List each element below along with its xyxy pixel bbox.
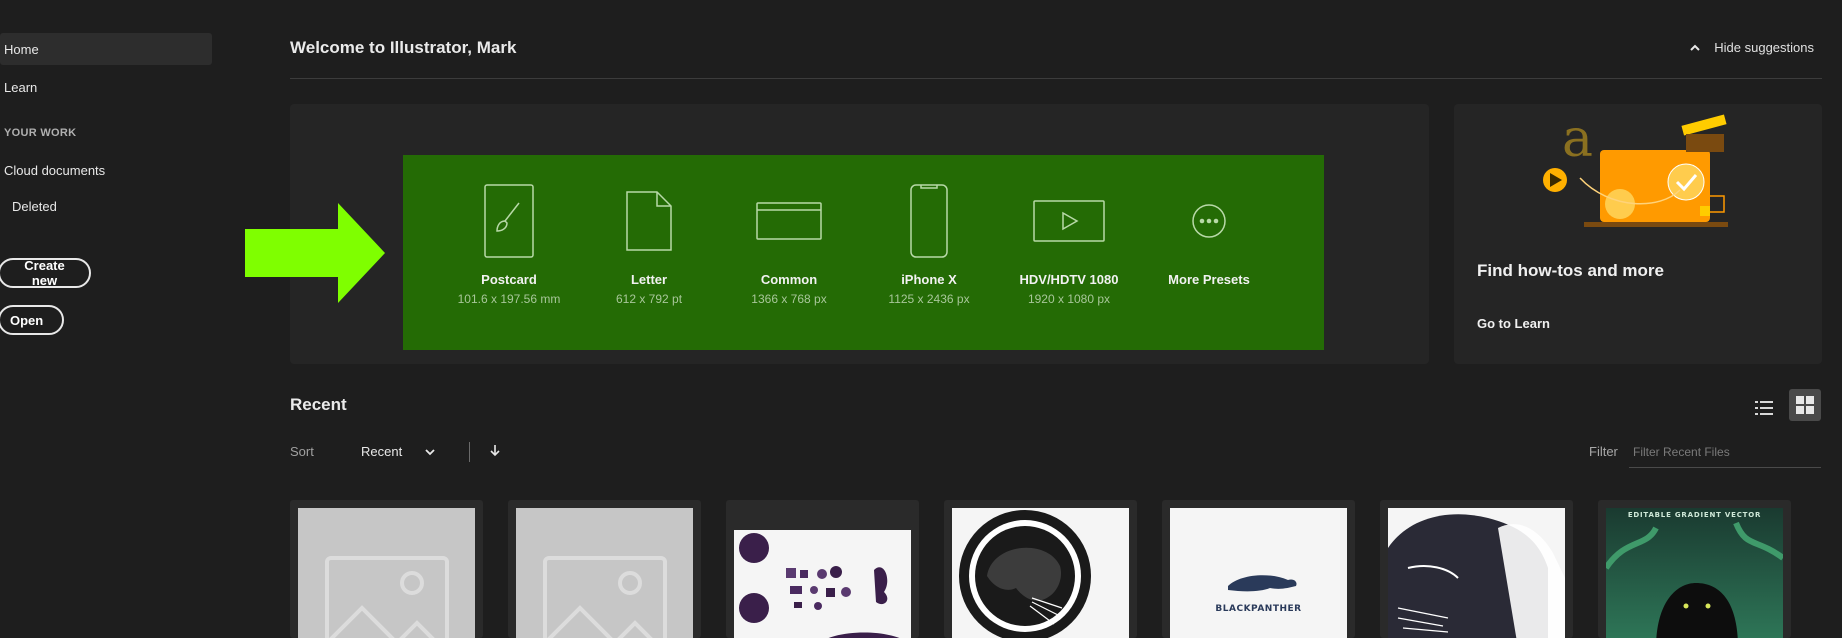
more-icon: [1192, 204, 1226, 238]
postcard-icon: [484, 184, 534, 258]
learn-illustration-icon: a: [1543, 110, 1728, 227]
sidebar-item-label: Learn: [4, 79, 38, 95]
hide-suggestions-label: Hide suggestions: [1714, 40, 1814, 55]
recent-file-tile[interactable]: [1380, 500, 1573, 638]
header-divider: [290, 78, 1822, 79]
open-button[interactable]: Open: [0, 305, 64, 335]
sort-divider: [469, 442, 470, 462]
letter-icon: [626, 191, 672, 251]
blackpanther-logo-icon: [1228, 575, 1297, 592]
preset-size: 1920 x 1080 px: [1027, 292, 1111, 306]
filter-label: Filter: [1589, 444, 1618, 459]
recent-file-tile[interactable]: EDITABLE GRADIENT VECTOR: [1598, 500, 1791, 638]
sidebar-item-home[interactable]: Home: [0, 33, 212, 65]
file-thumbnail: [298, 508, 475, 638]
page-title: Welcome to Illustrator, Mark: [290, 38, 517, 57]
preset-name: iPhone X: [901, 272, 957, 287]
svg-text:a: a: [1562, 110, 1593, 169]
preset-size: 1366 x 768 px: [751, 292, 827, 306]
preset-name: HDV/HDTV 1080: [1019, 272, 1119, 287]
grid-view-button[interactable]: [1789, 389, 1821, 421]
phone-icon: [910, 184, 948, 258]
logo-text: BLACKPANTHER: [1215, 604, 1302, 614]
go-to-learn-link[interactable]: Go to Learn: [1477, 316, 1550, 331]
video-icon: [1033, 200, 1105, 242]
preset-size: 101.6 x 197.56 mm: [457, 292, 561, 306]
preset-iphone-x[interactable]: iPhone X 1125 x 2436 px: [859, 180, 999, 306]
sidebar-item-label: Home: [4, 41, 39, 57]
banner-text: EDITABLE GRADIENT VECTOR: [1627, 511, 1762, 519]
preset-letter[interactable]: Letter 612 x 792 pt: [579, 180, 719, 306]
learn-card-title: Find how-tos and more: [1477, 261, 1664, 280]
preset-name: Common: [760, 272, 818, 287]
sidebar-item-label: Deleted: [12, 198, 57, 214]
common-icon: [756, 202, 822, 240]
preset-size: 1125 x 2436 px: [888, 292, 970, 306]
sort-value: Recent: [361, 444, 403, 459]
sort-dropdown[interactable]: Recent: [361, 444, 436, 459]
file-thumbnail: [952, 508, 1129, 638]
recent-file-tile[interactable]: [944, 500, 1137, 638]
preset-name: More Presets: [1168, 272, 1250, 287]
preset-name: Letter: [630, 272, 668, 287]
file-thumbnail: EDITABLE GRADIENT VECTOR: [1603, 508, 1785, 638]
arrow-right-icon: [245, 203, 385, 303]
sidebar: Home Learn YOUR WORK Cloud documents Del…: [0, 0, 220, 638]
chevron-up-icon: [1690, 44, 1700, 51]
preset-name: Postcard: [481, 272, 537, 287]
recent-file-tile[interactable]: [290, 500, 483, 638]
panther-face-icon: [1388, 514, 1565, 638]
file-thumbnail: [1388, 508, 1565, 638]
preset-size: 612 x 792 pt: [615, 292, 683, 306]
recent-file-tile[interactable]: [726, 500, 919, 638]
panther-circle-logo-icon: [959, 510, 1091, 638]
grid-view-icon: [1796, 396, 1814, 414]
preset-postcard[interactable]: Postcard 101.6 x 197.56 mm: [439, 180, 579, 306]
preset-common[interactable]: Common 1366 x 768 px: [719, 180, 859, 306]
chevron-down-icon: [425, 448, 435, 455]
sort-direction-button[interactable]: [489, 444, 501, 463]
section-label-your-work: YOUR WORK: [4, 127, 77, 139]
image-placeholder-icon: [324, 556, 449, 638]
sidebar-item-deleted[interactable]: Deleted: [0, 196, 57, 216]
hide-suggestions-button[interactable]: Hide suggestions: [1688, 40, 1814, 55]
recent-file-tile[interactable]: BLACKPANTHER: [1162, 500, 1355, 638]
create-new-button[interactable]: Create new: [0, 258, 91, 288]
arrow-down-icon: [490, 445, 500, 457]
sort-label: Sort: [290, 444, 314, 459]
preset-hdv-hdtv-1080[interactable]: HDV/HDTV 1080 1920 x 1080 px: [999, 180, 1139, 306]
sidebar-item-learn[interactable]: Learn: [0, 77, 37, 97]
image-placeholder-icon: [542, 556, 667, 638]
file-thumbnail: [516, 508, 693, 638]
preset-more[interactable]: More Presets: [1139, 180, 1279, 292]
recent-title: Recent: [290, 395, 347, 414]
list-view-button[interactable]: [1749, 393, 1779, 423]
file-thumbnail: [734, 530, 911, 638]
sidebar-item-cloud-documents[interactable]: Cloud documents: [0, 160, 105, 180]
panther-gradient-icon: [1603, 508, 1785, 638]
filter-input[interactable]: [1629, 436, 1821, 468]
panther-collage-icon: [739, 533, 900, 638]
recent-file-tile[interactable]: [508, 500, 701, 638]
sidebar-item-label: Cloud documents: [4, 162, 106, 178]
file-thumbnail: BLACKPANTHER: [1170, 508, 1347, 638]
list-view-icon: [1755, 401, 1773, 415]
